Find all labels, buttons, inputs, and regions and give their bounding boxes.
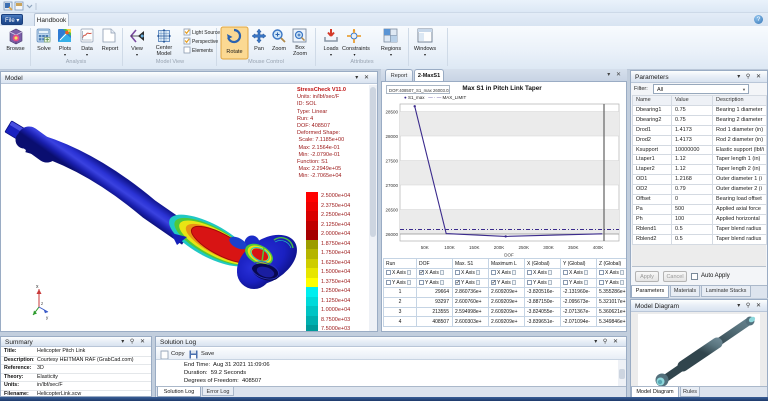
- svg-text:300K: 300K: [543, 245, 554, 250]
- svg-text:50K: 50K: [421, 245, 429, 250]
- svg-text:150K: 150K: [469, 245, 480, 250]
- svg-text:28500: 28500: [385, 110, 398, 115]
- svg-text:26500: 26500: [385, 208, 398, 213]
- svg-text:100K: 100K: [444, 245, 455, 250]
- svg-text:y: y: [46, 315, 49, 320]
- svg-text:200K: 200K: [494, 245, 505, 250]
- svg-text:28000: 28000: [385, 134, 398, 139]
- svg-text:27500: 27500: [385, 159, 398, 164]
- svg-text:z: z: [41, 301, 44, 306]
- svg-text:27000: 27000: [385, 183, 398, 188]
- svg-text:DOF: DOF: [504, 253, 514, 258]
- svg-text:26000: 26000: [385, 232, 398, 237]
- svg-text:400K: 400K: [593, 245, 604, 250]
- svg-text:350K: 350K: [568, 245, 579, 250]
- svg-text:250K: 250K: [518, 245, 529, 250]
